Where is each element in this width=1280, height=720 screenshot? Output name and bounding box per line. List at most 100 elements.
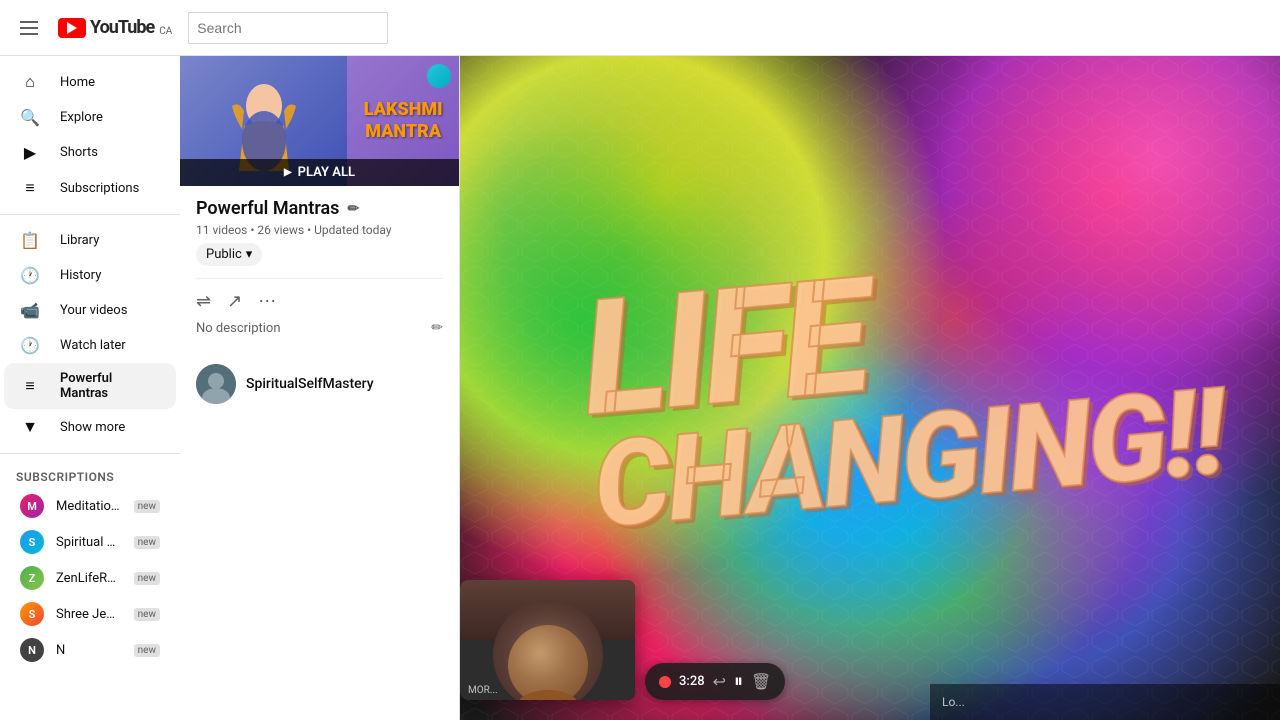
playlist-icon: ≡ <box>20 376 40 396</box>
sidebar-label-library: Library <box>60 233 99 248</box>
library-icon: 📋 <box>20 231 40 250</box>
visibility-arrow-icon: ▾ <box>246 247 253 262</box>
show-more-icon: ▼ <box>20 417 40 437</box>
explore-icon: 🔍 <box>20 108 40 127</box>
lakshmi-figure-svg <box>224 71 304 171</box>
lakshmi-text-mantra2: MANTRA <box>365 121 441 143</box>
sub-item-meditation[interactable]: M Meditation and He... new <box>4 488 176 524</box>
main-layout: ⌂ Home 🔍 Explore ▶ Shorts ≡ Subscription… <box>0 56 1280 720</box>
sidebar-item-watch-later[interactable]: 🕐 Watch later <box>4 328 176 363</box>
sub-avatar-n: N <box>20 638 44 662</box>
sub-avatar-shree: S <box>20 602 44 626</box>
sidebar-item-show-more[interactable]: ▼ Show more <box>4 409 176 445</box>
your-videos-icon: 📹 <box>20 301 40 320</box>
sidebar-item-powerful-mantras[interactable]: ≡ Powerful Mantras <box>4 363 176 409</box>
sidebar-item-history[interactable]: 🕐 History <box>4 258 176 293</box>
sidebar-divider-2 <box>0 453 180 454</box>
playlist-header-image: LAKSHMI MANTRA PLAY ALL <box>180 56 459 186</box>
video-title-overlay: LIFE CHANGING!! <box>577 235 1227 541</box>
playlist-title-text: Powerful Mantras <box>196 198 339 219</box>
sub-badge-n: new <box>134 644 160 657</box>
subscriptions-header: SUBSCRIPTIONS <box>0 462 180 488</box>
sidebar-item-explore[interactable]: 🔍 Explore <box>4 100 176 135</box>
watch-later-icon: 🕐 <box>20 336 40 355</box>
share-icon[interactable]: ↗ <box>227 291 242 312</box>
playlist-info: Powerful Mantras ✏ 11 videos • 26 views … <box>180 186 459 348</box>
sidebar: ⌂ Home 🔍 Explore ▶ Shorts ≡ Subscription… <box>0 56 180 720</box>
sub-badge-spiritual: new <box>134 536 160 549</box>
pause-button[interactable]: ⏸ <box>734 671 743 692</box>
mini-player-video: MOR... <box>460 580 635 700</box>
sub-name-spiritual: Spiritual Mantra <box>56 535 122 550</box>
stop-button[interactable]: 🗑 <box>751 672 771 691</box>
sidebar-label-history: History <box>60 268 101 283</box>
search-bar[interactable] <box>188 12 388 44</box>
playlist-title-row: Powerful Mantras ✏ <box>196 198 443 219</box>
sub-name-zen: ZenLifeRelax <box>56 571 122 586</box>
recording-time: 3:28 <box>679 674 705 689</box>
history-icon: 🕐 <box>20 266 40 285</box>
person-face <box>508 625 588 700</box>
visibility-label: Public <box>206 247 242 262</box>
youtube-country: CA <box>159 26 172 37</box>
recording-indicator <box>659 676 671 688</box>
sub-item-shree[interactable]: S Shree Jee - Bhakti new <box>4 596 176 632</box>
sidebar-label-show-more: Show more <box>60 420 125 435</box>
sub-item-n[interactable]: N N new <box>4 632 176 668</box>
mini-player-label: MOR... <box>468 685 498 696</box>
channel-info[interactable]: SpiritualSelfMastery <box>180 364 459 404</box>
sidebar-item-subscriptions[interactable]: ≡ Subscriptions <box>4 170 176 206</box>
playlist-description-row: No description ✏ <box>196 320 443 336</box>
channel-avatar <box>196 364 236 404</box>
sub-item-zen[interactable]: Z ZenLifeRelax new <box>4 560 176 596</box>
sidebar-label-explore: Explore <box>60 110 103 125</box>
playlist-description-text: No description <box>196 321 281 336</box>
mini-player[interactable]: MOR... <box>460 580 635 700</box>
sub-badge-shree: new <box>134 608 160 621</box>
header-left: YouTube CA <box>16 17 172 39</box>
youtube-logo[interactable]: YouTube CA <box>58 17 172 38</box>
playlist-channel-icon <box>427 64 451 88</box>
video-area: LIFE CHANGING!! MOR... 3:28 ↩ ⏸ 🗑 Lo... <box>460 56 1280 720</box>
playlist-description-edit-icon[interactable]: ✏ <box>431 320 443 336</box>
sidebar-item-home[interactable]: ⌂ Home <box>4 64 176 100</box>
sub-avatar-zen: Z <box>20 566 44 590</box>
sub-item-spiritual[interactable]: S Spiritual Mantra new <box>4 524 176 560</box>
playlist-panel: LAKSHMI MANTRA PLAY ALL Powerful Mantras… <box>180 56 460 720</box>
youtube-wordmark: YouTube <box>90 17 154 38</box>
mini-player-person <box>493 600 603 700</box>
sidebar-label-home: Home <box>60 75 95 90</box>
menu-button[interactable] <box>16 17 42 39</box>
sidebar-label-your-videos: Your videos <box>60 303 127 318</box>
channel-name: SpiritualSelfMastery <box>246 376 374 392</box>
playlist-title-edit-icon[interactable]: ✏ <box>347 201 359 217</box>
sidebar-item-your-videos[interactable]: 📹 Your videos <box>4 293 176 328</box>
sidebar-label-shorts: Shorts <box>60 145 98 160</box>
shorts-icon: ▶ <box>20 143 40 162</box>
playlist-meta: 11 videos • 26 views • Updated today <box>196 223 443 237</box>
lakshmi-text-mantra: LAKSHMI <box>364 99 443 121</box>
bottom-bar-text: Lo... <box>942 695 965 709</box>
home-icon: ⌂ <box>20 72 40 92</box>
sub-name-meditation: Meditation and He... <box>56 499 122 514</box>
recording-controls: 3:28 ↩ ⏸ 🗑 <box>645 663 785 700</box>
rewind-button[interactable]: ↩ <box>713 672 726 691</box>
channel-avatar-svg <box>196 364 236 404</box>
sidebar-item-library[interactable]: 📋 Library <box>4 223 176 258</box>
sub-name-n: N <box>56 643 122 658</box>
sidebar-label-subscriptions: Subscriptions <box>60 181 139 196</box>
sidebar-item-shorts[interactable]: ▶ Shorts <box>4 135 176 170</box>
sidebar-label-powerful-mantras: Powerful Mantras <box>60 371 160 401</box>
sub-avatar-spiritual: S <box>20 530 44 554</box>
search-input[interactable] <box>189 13 387 43</box>
playlist-visibility-button[interactable]: Public ▾ <box>196 243 262 266</box>
playlist-actions: ⇌ ↗ ⋯ <box>196 278 443 312</box>
sub-avatar-meditation: M <box>20 494 44 518</box>
subscriptions-icon: ≡ <box>20 178 40 198</box>
sub-badge-meditation: new <box>134 500 160 513</box>
play-all-button[interactable]: PLAY ALL <box>180 159 459 186</box>
sub-name-shree: Shree Jee - Bhakti <box>56 607 122 622</box>
sub-badge-zen: new <box>134 572 160 585</box>
more-options-icon[interactable]: ⋯ <box>258 291 276 312</box>
shuffle-icon[interactable]: ⇌ <box>196 291 211 312</box>
